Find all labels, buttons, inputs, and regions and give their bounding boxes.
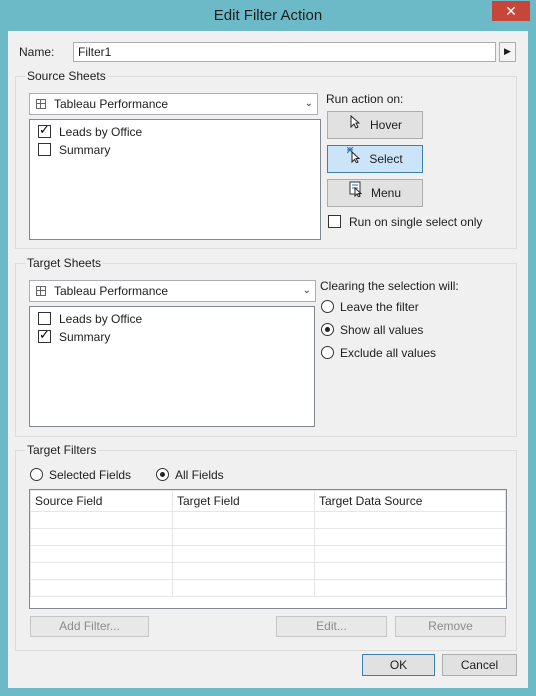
radio-button[interactable] <box>30 468 43 481</box>
edit-label: Edit... <box>316 619 347 633</box>
cancel-label: Cancel <box>460 658 499 672</box>
checkbox-unchecked[interactable] <box>328 215 341 228</box>
add-filter-button[interactable]: Add Filter... <box>30 616 149 637</box>
column-header[interactable]: Target Data Source <box>314 490 506 512</box>
radio-button-selected[interactable] <box>321 323 334 336</box>
target-sheets-list: Leads by Office Summary <box>29 306 315 427</box>
checkbox-checked[interactable] <box>38 122 51 138</box>
menu-icon <box>349 180 363 206</box>
dialog-body: Name: Filter1 ▶ Source Sheets Tableau Pe… <box>8 31 528 688</box>
chevron-down-icon: ⌄ <box>304 98 313 109</box>
ok-label: OK <box>389 658 408 672</box>
radio-all-fields[interactable]: All Fields <box>156 467 224 483</box>
source-sheet-item-summary[interactable]: Summary <box>38 142 110 158</box>
radio-exclude-all-values[interactable]: Exclude all values <box>321 345 436 361</box>
target-sheet-item-leads-by-office[interactable]: Leads by Office <box>38 311 142 327</box>
select-button[interactable]: Select <box>327 145 423 173</box>
title-bar[interactable]: Edit Filter Action <box>0 0 536 31</box>
filters-table: Source Field Target Field Target Data So… <box>29 489 507 609</box>
target-sheet-label: Summary <box>59 330 111 344</box>
table-row <box>30 579 506 597</box>
pointer-icon <box>348 112 362 138</box>
hover-button[interactable]: Hover <box>327 111 423 139</box>
source-sheets-list: Leads by Office Summary <box>29 119 321 240</box>
source-datasource-dropdown[interactable]: Tableau Performance ⌄ <box>29 93 318 115</box>
name-input[interactable]: Filter1 <box>73 42 496 62</box>
table-row <box>30 511 506 529</box>
target-sheet-label: Leads by Office <box>59 312 143 326</box>
window-title: Edit Filter Action <box>213 7 323 24</box>
radio-button-selected[interactable] <box>156 468 169 481</box>
dialog-window: Edit Filter Action ✕ Name: Filter1 ▶ Sou… <box>0 0 536 696</box>
filters-table-header: Source Field Target Field Target Data So… <box>30 490 506 512</box>
source-sheet-label: Leads by Office <box>59 125 143 139</box>
select-label: Select <box>369 152 403 166</box>
radio-show-all-values[interactable]: Show all values <box>321 322 423 338</box>
target-filters-title: Target Filters <box>25 443 99 457</box>
name-label: Name: <box>19 45 55 59</box>
menu-button[interactable]: Menu <box>327 179 423 207</box>
radio-button[interactable] <box>321 300 334 313</box>
menu-label: Menu <box>370 186 402 200</box>
target-datasource-dropdown[interactable]: Tableau Performance ⌄ <box>29 280 316 302</box>
select-burst-icon <box>346 146 361 172</box>
target-sheet-item-summary[interactable]: Summary <box>38 327 111 345</box>
radio-leave-filter[interactable]: Leave the filter <box>321 299 419 315</box>
close-icon: ✕ <box>505 3 517 19</box>
grid-sheet-icon <box>36 99 46 109</box>
target-sheets-title: Target Sheets <box>25 256 104 270</box>
grid-sheet-icon <box>36 286 46 296</box>
source-sheet-item-leads-by-office[interactable]: Leads by Office <box>38 122 143 140</box>
run-action-label: Run action on: <box>326 92 404 106</box>
column-header[interactable]: Target Field <box>172 490 315 512</box>
ok-button[interactable]: OK <box>362 654 435 676</box>
radio-button[interactable] <box>321 346 334 359</box>
radio-label: All Fields <box>175 468 224 482</box>
checkbox-unchecked[interactable] <box>38 143 51 156</box>
clearing-selection-label: Clearing the selection will: <box>320 279 459 293</box>
run-single-select-checkbox[interactable]: Run on single select only <box>328 214 482 230</box>
checkbox-unchecked[interactable] <box>38 312 51 325</box>
table-row <box>30 562 506 580</box>
right-arrow-icon: ▶ <box>504 46 511 56</box>
source-datasource-value: Tableau Performance <box>54 97 169 111</box>
remove-label: Remove <box>428 619 473 633</box>
run-single-select-label: Run on single select only <box>349 215 483 229</box>
source-sheets-title: Source Sheets <box>25 69 108 83</box>
target-datasource-value: Tableau Performance <box>54 284 169 298</box>
hover-label: Hover <box>369 118 402 132</box>
radio-label: Exclude all values <box>340 346 437 360</box>
cancel-button[interactable]: Cancel <box>442 654 517 676</box>
edit-button[interactable]: Edit... <box>276 616 387 637</box>
source-sheet-label: Summary <box>59 143 111 157</box>
chevron-down-icon: ⌄ <box>302 285 311 296</box>
column-header[interactable]: Source Field <box>30 490 173 512</box>
checkbox-checked[interactable] <box>38 327 51 343</box>
table-row <box>30 545 506 563</box>
radio-selected-fields[interactable]: Selected Fields <box>30 467 131 483</box>
table-row <box>30 528 506 546</box>
close-button[interactable]: ✕ <box>492 1 530 21</box>
add-filter-label: Add Filter... <box>59 619 120 633</box>
radio-label: Show all values <box>340 323 424 337</box>
radio-label: Leave the filter <box>340 300 419 314</box>
name-value: Filter1 <box>78 45 112 59</box>
name-insert-button[interactable]: ▶ <box>499 42 516 62</box>
remove-button[interactable]: Remove <box>395 616 506 637</box>
radio-label: Selected Fields <box>49 468 132 482</box>
